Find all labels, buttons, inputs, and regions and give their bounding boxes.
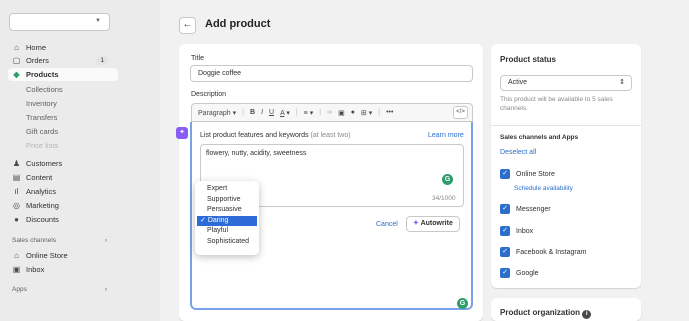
- link-icon[interactable]: ∞: [327, 109, 332, 116]
- nav-gift-cards[interactable]: Gift cards: [26, 125, 166, 138]
- grammarly-icon[interactable]: G: [442, 174, 453, 185]
- nav-content[interactable]: ▤ Content: [12, 171, 152, 184]
- code-view-button[interactable]: </>: [453, 106, 468, 119]
- chevron-right-icon: ›: [104, 237, 107, 244]
- channel-facebook-instagram[interactable]: ✓ Facebook & Instagram: [500, 247, 586, 257]
- orders-count-badge: 1: [96, 56, 108, 65]
- status-select[interactable]: Active ⇕: [500, 75, 632, 91]
- nav-orders[interactable]: ▢ Orders 1: [12, 54, 152, 67]
- nav-price-lists[interactable]: Price lists: [26, 139, 166, 152]
- cancel-button[interactable]: Cancel: [376, 221, 398, 228]
- orders-icon: ▢: [12, 56, 21, 65]
- target-icon: ◎: [13, 201, 20, 210]
- tone-option-persuasive[interactable]: Persuasive: [197, 205, 257, 216]
- divider: [491, 125, 641, 126]
- sparkle-icon: ✦: [413, 220, 419, 227]
- select-arrows-icon: ⇕: [619, 79, 625, 86]
- channel-inbox[interactable]: ✓ Inbox: [500, 226, 533, 236]
- home-icon: ⌂: [14, 43, 19, 52]
- nav-collections[interactable]: Collections: [26, 83, 166, 96]
- content-icon: ▤: [12, 173, 21, 182]
- store-icon: ⌂: [14, 251, 19, 260]
- apps-heading[interactable]: Apps ›: [12, 286, 107, 293]
- image-icon[interactable]: ▣: [338, 109, 345, 117]
- store-selector[interactable]: ▼: [9, 13, 110, 31]
- check-icon: ✓: [200, 216, 206, 224]
- tone-option-supportive[interactable]: Supportive: [197, 195, 257, 206]
- italic-button[interactable]: I: [261, 109, 263, 116]
- text-color-button[interactable]: A ▾: [280, 109, 290, 117]
- nav-inventory[interactable]: Inventory: [26, 97, 166, 110]
- underline-button[interactable]: U: [269, 109, 274, 116]
- toolbar-divider: |: [295, 109, 298, 116]
- nav-products[interactable]: ◆ Products: [8, 68, 118, 81]
- title-input[interactable]: Doggie coffee: [190, 65, 473, 82]
- product-status-heading: Product status: [500, 55, 557, 64]
- nav-transfers[interactable]: Transfers: [26, 111, 166, 124]
- chevron-right-icon: ›: [104, 286, 107, 293]
- toolbar-divider: |: [378, 109, 381, 116]
- page-title: Add product: [205, 18, 271, 30]
- character-counter: 34/1000: [432, 195, 456, 202]
- grammarly-icon[interactable]: G: [457, 298, 468, 309]
- sparkle-icon[interactable]: ✦: [176, 127, 188, 139]
- checkbox-checked-icon: ✓: [500, 226, 510, 236]
- align-button[interactable]: ≡ ▾: [304, 109, 314, 117]
- toolbar-divider: |: [319, 109, 322, 116]
- rich-text-toolbar: Paragraph ▾ | B I U A ▾ | ≡ ▾ | ∞ ▣ ● ⊞ …: [191, 103, 473, 122]
- info-icon[interactable]: i: [582, 310, 592, 319]
- deselect-all-link[interactable]: Deselect all: [500, 149, 536, 156]
- bold-button[interactable]: B: [250, 109, 255, 116]
- checkbox-checked-icon: ✓: [500, 169, 510, 179]
- video-icon[interactable]: ●: [351, 109, 355, 116]
- tone-option-expert[interactable]: Expert: [197, 184, 257, 195]
- nav-inbox[interactable]: ▣ Inbox: [12, 263, 152, 276]
- analytics-icon: ıl: [14, 187, 19, 196]
- checkbox-checked-icon: ✓: [500, 247, 510, 257]
- nav-marketing[interactable]: ◎ Marketing: [12, 199, 152, 212]
- nav-customers[interactable]: ♟ Customers: [12, 157, 152, 170]
- toolbar-divider: |: [242, 109, 244, 116]
- checkbox-checked-icon: ✓: [500, 204, 510, 214]
- channel-messenger[interactable]: ✓ Messenger: [500, 204, 551, 214]
- discount-icon: ●: [14, 215, 19, 224]
- person-icon: ♟: [12, 159, 21, 168]
- nav-analytics[interactable]: ıl Analytics: [12, 185, 152, 198]
- nav-home[interactable]: ⌂ Home: [12, 41, 152, 54]
- tone-option-sophisticated[interactable]: Sophisticated: [197, 237, 257, 248]
- more-button[interactable]: •••: [386, 109, 393, 116]
- description-label: Description: [191, 91, 227, 98]
- autowrite-button[interactable]: ✦ Autowrite: [406, 216, 460, 232]
- title-label: Title: [191, 55, 204, 62]
- tone-option-daring[interactable]: ✓ Daring: [197, 215, 257, 226]
- paragraph-select[interactable]: Paragraph ▾: [198, 109, 236, 117]
- sales-channels-heading[interactable]: Sales channels ›: [12, 237, 107, 244]
- table-icon[interactable]: ⊞ ▾: [361, 109, 372, 117]
- schedule-availability-link[interactable]: Schedule availability: [514, 185, 573, 192]
- inbox-icon: ▣: [12, 265, 21, 274]
- channel-online-store[interactable]: ✓ Online Store: [500, 169, 555, 179]
- sales-channels-apps-heading: Sales channels and Apps: [500, 134, 579, 141]
- back-button[interactable]: ←: [179, 17, 196, 34]
- learn-more-link[interactable]: Learn more: [428, 132, 464, 139]
- sidebar: ▼ ⌂ Home ▢ Orders 1 ◆ Products Collections I…: [0, 0, 160, 321]
- tone-menu: Expert Supportive Persuasive ✓ Daring Pl…: [195, 181, 259, 255]
- tone-option-playful[interactable]: Playful: [197, 226, 257, 237]
- ai-prompt-label: List product features and keywords (at l…: [200, 132, 351, 139]
- status-help-text: This product will be available to 5 sale…: [500, 96, 613, 112]
- checkbox-checked-icon: ✓: [500, 268, 510, 278]
- product-organization-heading: Product organization i: [500, 308, 592, 319]
- nav-online-store[interactable]: ⌂ Online Store: [12, 249, 152, 262]
- tag-icon: ◆: [13, 70, 20, 79]
- arrow-left-icon: ←: [182, 19, 193, 30]
- nav-discounts[interactable]: ● Discounts: [12, 213, 152, 226]
- chevron-down-icon: ▼: [95, 18, 101, 24]
- channel-google[interactable]: ✓ Google: [500, 268, 539, 278]
